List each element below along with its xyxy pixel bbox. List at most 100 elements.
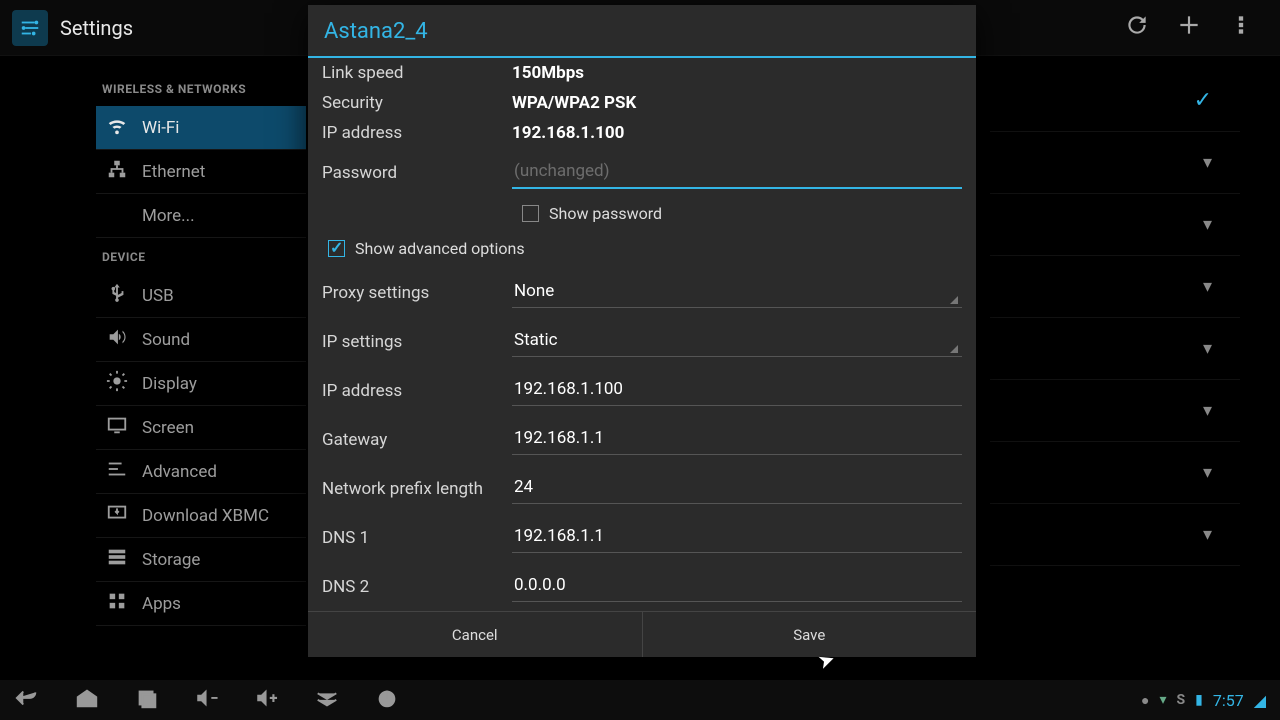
sidebar-item-screen[interactable]: Screen <box>96 406 306 450</box>
wifi-network-row[interactable]: ▾ <box>990 194 1240 256</box>
sidebar-item-advanced[interactable]: Advanced <box>96 450 306 494</box>
dns1-label: DNS 1 <box>322 528 512 548</box>
link-speed-label: Link speed <box>322 63 512 83</box>
sidebar-item-apps[interactable]: Apps <box>96 582 306 626</box>
show-advanced-label: Show advanced options <box>355 239 525 258</box>
show-advanced-row[interactable]: Show advanced options <box>322 233 962 264</box>
sidebar-item-label: Ethernet <box>142 162 205 182</box>
sidebar-item-usb[interactable]: USB <box>96 274 306 318</box>
wifi-network-row[interactable]: ▾ <box>990 256 1240 318</box>
wifi-network-dialog: Astana2_4 Link speed 150Mbps Security WP… <box>308 5 976 657</box>
ip-info-value: 192.168.1.100 <box>512 123 624 143</box>
wifi-icon <box>106 114 128 141</box>
ipsettings-spinner[interactable]: Static <box>512 326 962 357</box>
home-button[interactable] <box>74 687 100 714</box>
recent-apps-button[interactable] <box>134 687 160 714</box>
wifi-signal-icon: ▾ <box>1203 462 1212 483</box>
ip-info-label: IP address <box>322 123 512 143</box>
refresh-icon[interactable] <box>1124 12 1150 44</box>
wifi-network-row[interactable]: ▾ <box>990 380 1240 442</box>
dialog-title: Astana2_4 <box>308 5 976 58</box>
ipsettings-value: Static <box>512 326 962 357</box>
wifi-network-list: ✓ ▾ ▾ ▾ ▾ ▾ ▾ ▾ <box>990 70 1240 566</box>
sidebar-item-more[interactable]: More... <box>96 194 306 238</box>
system-navbar: − + ● ▾ S ▮ 7:57 ◢ <box>0 680 1280 720</box>
proxy-spinner[interactable]: None <box>512 277 962 308</box>
show-advanced-checkbox[interactable] <box>328 240 345 257</box>
usb-icon <box>106 282 128 309</box>
status-wifi-icon: ◢ <box>1254 691 1266 710</box>
sidebar-item-wifi[interactable]: Wi-Fi <box>96 106 306 150</box>
display-icon <box>106 370 128 397</box>
tray-battery-icon: ▮ <box>1195 692 1203 708</box>
sidebar-item-label: Sound <box>142 330 190 350</box>
hide-bar-button[interactable] <box>314 687 340 714</box>
proxy-value: None <box>512 277 962 308</box>
power-button[interactable] <box>374 687 400 714</box>
settings-app-icon <box>12 10 48 46</box>
proxy-label: Proxy settings <box>322 283 512 303</box>
wifi-signal-icon: ▾ <box>1203 214 1212 235</box>
volume-down-button[interactable]: − <box>194 687 220 714</box>
show-password-row[interactable]: Show password <box>322 198 962 229</box>
overflow-menu-icon[interactable] <box>1228 12 1254 44</box>
gateway-label: Gateway <box>322 430 512 450</box>
dialog-body[interactable]: Link speed 150Mbps Security WPA/WPA2 PSK… <box>308 58 976 611</box>
security-value: WPA/WPA2 PSK <box>512 93 636 113</box>
page-title: Settings <box>60 16 133 40</box>
sidebar-item-sound[interactable]: Sound <box>96 318 306 362</box>
cancel-button[interactable]: Cancel <box>308 612 642 657</box>
sidebar-item-label: Wi-Fi <box>142 118 179 138</box>
sidebar-item-label: USB <box>142 286 174 306</box>
prefix-input[interactable] <box>512 473 962 504</box>
download-icon <box>106 502 128 529</box>
wifi-network-row[interactable]: ▾ <box>990 504 1240 566</box>
wifi-network-row[interactable]: ▾ <box>990 442 1240 504</box>
password-input[interactable] <box>512 157 962 189</box>
wifi-connected-check[interactable]: ✓ <box>990 70 1240 132</box>
ipaddress-input[interactable] <box>512 375 962 406</box>
svg-text:−: − <box>211 691 218 706</box>
sidebar-item-label: Screen <box>142 418 194 438</box>
dialog-button-bar: Cancel Save <box>308 611 976 657</box>
ipaddress-label: IP address <box>322 381 512 401</box>
screen-icon <box>106 414 128 441</box>
dns1-input[interactable] <box>512 522 962 553</box>
wifi-signal-icon: ▾ <box>1203 152 1212 173</box>
back-button[interactable] <box>14 687 40 714</box>
sidebar-item-label: Display <box>142 374 197 394</box>
show-password-checkbox[interactable] <box>522 205 539 222</box>
apps-icon <box>106 590 128 617</box>
dns2-input[interactable] <box>512 571 962 602</box>
wifi-signal-icon: ▾ <box>1203 400 1212 421</box>
sidebar-item-label: Storage <box>142 550 200 570</box>
sidebar-item-display[interactable]: Display <box>96 362 306 406</box>
wifi-signal-icon: ▾ <box>1203 276 1212 297</box>
sidebar-item-download-xbmc[interactable]: Download XBMC <box>96 494 306 538</box>
status-tray[interactable]: ● ▾ S ▮ 7:57 ◢ <box>1141 691 1266 710</box>
storage-icon <box>106 546 128 573</box>
password-label: Password <box>322 163 512 183</box>
wifi-signal-icon: ▾ <box>1203 524 1212 545</box>
sidebar-item-label: Download XBMC <box>142 506 269 526</box>
advanced-icon <box>106 458 128 485</box>
sidebar-item-ethernet[interactable]: Ethernet <box>96 150 306 194</box>
gateway-input[interactable] <box>512 424 962 455</box>
ethernet-icon <box>106 158 128 185</box>
tray-dot-icon: ● <box>1141 692 1149 709</box>
sidebar-item-storage[interactable]: Storage <box>96 538 306 582</box>
prefix-label: Network prefix length <box>322 479 512 499</box>
settings-sidebar: WIRELESS & NETWORKS Wi-Fi Ethernet More.… <box>96 70 306 626</box>
volume-up-button[interactable]: + <box>254 687 280 714</box>
svg-text:+: + <box>270 691 277 706</box>
sidebar-item-label: More... <box>142 206 195 226</box>
sound-icon <box>106 326 128 353</box>
wifi-network-row[interactable]: ▾ <box>990 132 1240 194</box>
sidebar-item-label: Advanced <box>142 462 217 482</box>
tray-s-icon: S <box>1176 692 1185 708</box>
wifi-network-row[interactable]: ▾ <box>990 318 1240 380</box>
ipsettings-label: IP settings <box>322 332 512 352</box>
save-button[interactable]: Save <box>642 612 977 657</box>
add-icon[interactable] <box>1176 12 1202 44</box>
security-label: Security <box>322 93 512 113</box>
